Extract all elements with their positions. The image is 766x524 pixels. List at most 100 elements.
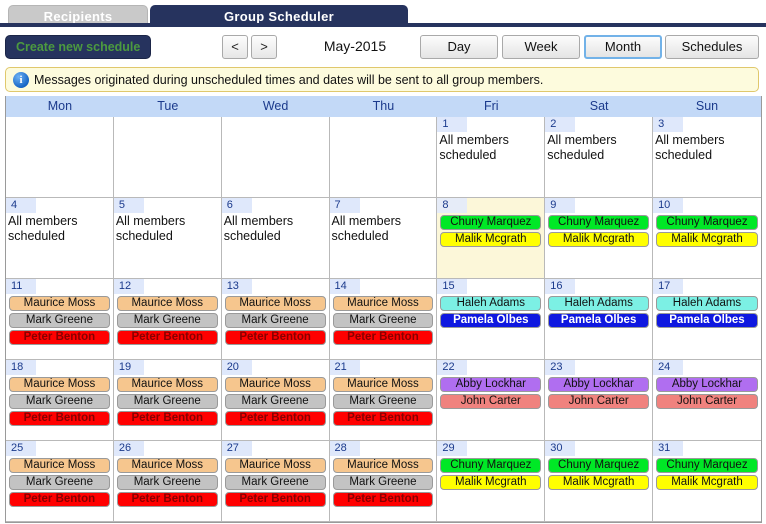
- schedule-event[interactable]: Mark Greene: [9, 475, 110, 490]
- schedule-event[interactable]: Peter Benton: [333, 492, 434, 507]
- schedule-event[interactable]: Maurice Moss: [225, 377, 326, 392]
- day-cell-5[interactable]: 5All members scheduled: [114, 198, 222, 279]
- schedule-event[interactable]: Peter Benton: [333, 330, 434, 345]
- schedule-event[interactable]: Maurice Moss: [333, 458, 434, 473]
- schedule-event[interactable]: Chuny Marquez: [548, 215, 649, 230]
- schedule-event[interactable]: Chuny Marquez: [440, 458, 541, 473]
- schedule-event[interactable]: Malik Mcgrath: [656, 475, 758, 490]
- schedule-event[interactable]: Chuny Marquez: [548, 458, 649, 473]
- schedule-event[interactable]: Maurice Moss: [117, 296, 218, 311]
- schedule-event[interactable]: Mark Greene: [225, 313, 326, 328]
- day-cell-23[interactable]: 23Abby LockharJohn Carter: [545, 360, 653, 441]
- schedule-event[interactable]: Peter Benton: [225, 330, 326, 345]
- prev-month-button[interactable]: <: [222, 35, 248, 59]
- day-cell-29[interactable]: 29Chuny MarquezMalik Mcgrath: [437, 441, 545, 522]
- day-cell-2[interactable]: 2All members scheduled: [545, 117, 653, 198]
- schedule-event[interactable]: Peter Benton: [333, 411, 434, 426]
- schedule-event[interactable]: Peter Benton: [117, 492, 218, 507]
- next-month-button[interactable]: >: [251, 35, 277, 59]
- day-cell-16[interactable]: 16Haleh AdamsPamela Olbes: [545, 279, 653, 360]
- schedule-event[interactable]: Mark Greene: [225, 394, 326, 409]
- schedule-event[interactable]: Maurice Moss: [225, 458, 326, 473]
- day-cell-1[interactable]: 1All members scheduled: [437, 117, 545, 198]
- schedule-event[interactable]: Malik Mcgrath: [440, 475, 541, 490]
- day-cell-6[interactable]: 6All members scheduled: [222, 198, 330, 279]
- schedule-event[interactable]: Abby Lockhar: [548, 377, 649, 392]
- day-cell-14[interactable]: 14Maurice MossMark GreenePeter Benton: [330, 279, 438, 360]
- day-cell-15[interactable]: 15Haleh AdamsPamela Olbes: [437, 279, 545, 360]
- schedule-event[interactable]: Mark Greene: [333, 394, 434, 409]
- schedule-event[interactable]: Peter Benton: [225, 411, 326, 426]
- schedule-event[interactable]: Maurice Moss: [333, 377, 434, 392]
- schedule-event[interactable]: Pamela Olbes: [656, 313, 758, 328]
- day-cell-28[interactable]: 28Maurice MossMark GreenePeter Benton: [330, 441, 438, 522]
- tab-group-scheduler[interactable]: Group Scheduler: [150, 5, 408, 27]
- schedule-event[interactable]: Mark Greene: [117, 475, 218, 490]
- day-cell-9[interactable]: 9Chuny MarquezMalik Mcgrath: [545, 198, 653, 279]
- schedule-event[interactable]: Mark Greene: [225, 475, 326, 490]
- day-cell-17[interactable]: 17Haleh AdamsPamela Olbes: [653, 279, 761, 360]
- tab-recipients[interactable]: Recipients: [8, 5, 148, 27]
- view-button-week[interactable]: Week: [502, 35, 580, 59]
- day-cell-24[interactable]: 24Abby LockharJohn Carter: [653, 360, 761, 441]
- schedule-event[interactable]: Peter Benton: [117, 411, 218, 426]
- view-button-day[interactable]: Day: [420, 35, 498, 59]
- schedule-event[interactable]: Malik Mcgrath: [548, 232, 649, 247]
- day-cell-7[interactable]: 7All members scheduled: [330, 198, 438, 279]
- view-button-schedules[interactable]: Schedules: [665, 35, 759, 59]
- schedule-event[interactable]: Mark Greene: [333, 313, 434, 328]
- schedule-event[interactable]: Malik Mcgrath: [440, 232, 541, 247]
- schedule-event[interactable]: Haleh Adams: [440, 296, 541, 311]
- schedule-event[interactable]: Peter Benton: [9, 330, 110, 345]
- schedule-event[interactable]: Mark Greene: [117, 313, 218, 328]
- day-cell-31[interactable]: 31Chuny MarquezMalik Mcgrath: [653, 441, 761, 522]
- schedule-event[interactable]: Mark Greene: [9, 313, 110, 328]
- day-cell-21[interactable]: 21Maurice MossMark GreenePeter Benton: [330, 360, 438, 441]
- schedule-event[interactable]: John Carter: [440, 394, 541, 409]
- day-cell-19[interactable]: 19Maurice MossMark GreenePeter Benton: [114, 360, 222, 441]
- schedule-event[interactable]: Maurice Moss: [9, 377, 110, 392]
- schedule-event[interactable]: Mark Greene: [117, 394, 218, 409]
- schedule-event[interactable]: Pamela Olbes: [440, 313, 541, 328]
- day-cell-3[interactable]: 3All members scheduled: [653, 117, 761, 198]
- schedule-event[interactable]: Mark Greene: [9, 394, 110, 409]
- day-cell-8[interactable]: 8Chuny MarquezMalik Mcgrath: [437, 198, 545, 279]
- day-cell-26[interactable]: 26Maurice MossMark GreenePeter Benton: [114, 441, 222, 522]
- schedule-event[interactable]: Peter Benton: [117, 330, 218, 345]
- day-cell-18[interactable]: 18Maurice MossMark GreenePeter Benton: [6, 360, 114, 441]
- day-cell-25[interactable]: 25Maurice MossMark GreenePeter Benton: [6, 441, 114, 522]
- schedule-event[interactable]: Haleh Adams: [548, 296, 649, 311]
- schedule-event[interactable]: Maurice Moss: [117, 377, 218, 392]
- day-cell-12[interactable]: 12Maurice MossMark GreenePeter Benton: [114, 279, 222, 360]
- day-cell-22[interactable]: 22Abby LockharJohn Carter: [437, 360, 545, 441]
- schedule-event[interactable]: Malik Mcgrath: [656, 232, 758, 247]
- day-cell-13[interactable]: 13Maurice MossMark GreenePeter Benton: [222, 279, 330, 360]
- schedule-event[interactable]: John Carter: [656, 394, 758, 409]
- day-cell-10[interactable]: 10Chuny MarquezMalik Mcgrath: [653, 198, 761, 279]
- schedule-event[interactable]: Pamela Olbes: [548, 313, 649, 328]
- schedule-event[interactable]: Peter Benton: [225, 492, 326, 507]
- schedule-event[interactable]: Haleh Adams: [656, 296, 758, 311]
- schedule-event[interactable]: Peter Benton: [9, 411, 110, 426]
- schedule-event[interactable]: Peter Benton: [9, 492, 110, 507]
- schedule-event[interactable]: Abby Lockhar: [440, 377, 541, 392]
- schedule-event[interactable]: Chuny Marquez: [440, 215, 541, 230]
- schedule-event[interactable]: Chuny Marquez: [656, 215, 758, 230]
- schedule-event[interactable]: Maurice Moss: [117, 458, 218, 473]
- schedule-event[interactable]: Maurice Moss: [9, 458, 110, 473]
- create-new-schedule-button[interactable]: Create new schedule: [5, 35, 151, 59]
- schedule-event[interactable]: Maurice Moss: [225, 296, 326, 311]
- schedule-event[interactable]: Mark Greene: [333, 475, 434, 490]
- schedule-event[interactable]: Abby Lockhar: [656, 377, 758, 392]
- day-cell-20[interactable]: 20Maurice MossMark GreenePeter Benton: [222, 360, 330, 441]
- schedule-event[interactable]: John Carter: [548, 394, 649, 409]
- day-cell-30[interactable]: 30Chuny MarquezMalik Mcgrath: [545, 441, 653, 522]
- view-button-month[interactable]: Month: [584, 35, 662, 59]
- schedule-event[interactable]: Malik Mcgrath: [548, 475, 649, 490]
- day-cell-4[interactable]: 4All members scheduled: [6, 198, 114, 279]
- day-cell-27[interactable]: 27Maurice MossMark GreenePeter Benton: [222, 441, 330, 522]
- schedule-event[interactable]: Maurice Moss: [333, 296, 434, 311]
- schedule-event[interactable]: Maurice Moss: [9, 296, 110, 311]
- day-cell-11[interactable]: 11Maurice MossMark GreenePeter Benton: [6, 279, 114, 360]
- schedule-event[interactable]: Chuny Marquez: [656, 458, 758, 473]
